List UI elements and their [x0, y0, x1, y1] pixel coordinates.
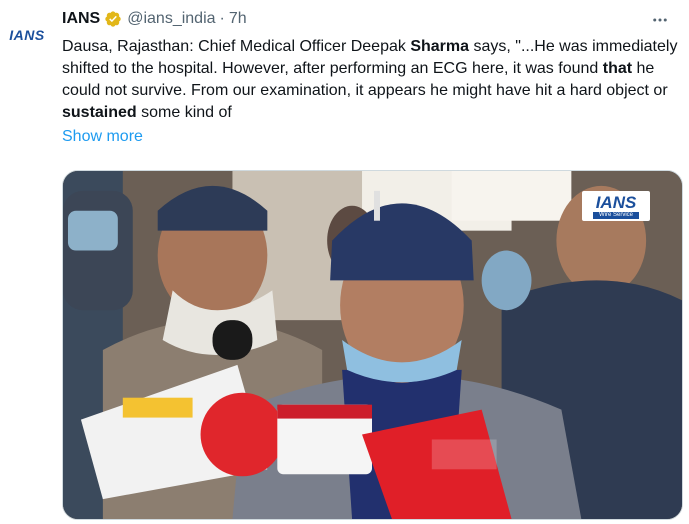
verified-badge-icon — [104, 10, 122, 28]
tweet-header: IANS @ians_india · 7h — [62, 8, 679, 30]
show-more-link[interactable]: Show more — [62, 126, 143, 148]
separator-dot: · — [219, 10, 225, 27]
tweet[interactable]: IANS IANS @ians_india · 7h Dausa, Rajast… — [0, 0, 689, 524]
timestamp[interactable]: 7h — [229, 9, 247, 29]
bold-text-fragment: Sharma — [410, 38, 470, 55]
tweet-media-video[interactable]: IANS Wire Service — [62, 170, 683, 520]
bold-text-fragment: that — [602, 60, 633, 77]
author-handle[interactable]: @ians_india — [127, 9, 215, 29]
bold-text-fragment: sustained — [62, 104, 137, 121]
avatar-logo: IANS — [9, 27, 45, 43]
author-avatar[interactable]: IANS — [6, 14, 48, 56]
more-options-icon[interactable] — [649, 10, 671, 30]
watermark-title: IANS — [595, 192, 637, 212]
video-frame — [63, 171, 682, 519]
text-fragment: some kind of — [136, 104, 232, 121]
tweet-content: IANS @ians_india · 7h Dausa, Rajasthan: … — [62, 8, 679, 148]
text-fragment: Dausa, Rajasthan: Chief Medical Officer … — [62, 38, 411, 55]
ians-watermark: IANS Wire Service — [582, 191, 650, 221]
tweet-text: Dausa, Rajasthan: Chief Medical Officer … — [62, 36, 684, 124]
author-name[interactable]: IANS — [62, 9, 100, 29]
watermark-subtitle: Wire Service — [592, 211, 639, 219]
